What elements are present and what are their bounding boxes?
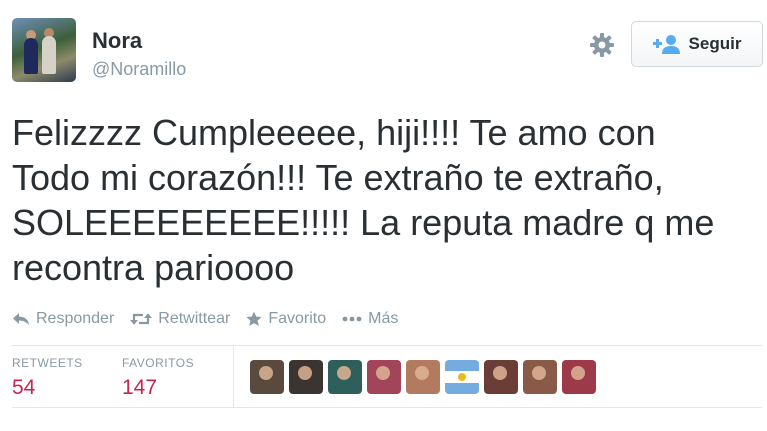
more-label: Más <box>368 310 399 327</box>
tweet-text: Felizzzz Cumpleeeee, hiji!!!! Te amo con… <box>12 112 715 288</box>
argentina-flag-avatar[interactable] <box>445 360 479 394</box>
divider <box>12 345 762 346</box>
favoriters-avatars <box>250 360 596 394</box>
follow-button[interactable]: Seguir <box>631 21 763 67</box>
profile-avatar[interactable] <box>12 18 76 82</box>
favorite-label: Favorito <box>268 310 327 327</box>
favoriter-avatar[interactable] <box>250 360 284 394</box>
more-button[interactable]: Más <box>342 310 398 328</box>
retweet-button[interactable]: Retwittear <box>130 310 230 328</box>
reply-button[interactable]: Responder <box>12 310 114 328</box>
retweets-label: RETWEETS <box>12 356 83 370</box>
stats-separator <box>233 345 234 407</box>
tweet-card: Nora @Noramillo Seguir Felizzzz Cumpleee… <box>0 0 767 431</box>
favoriter-avatar[interactable] <box>562 360 596 394</box>
star-icon <box>246 311 262 327</box>
favorites-count: 147 <box>122 376 158 399</box>
favoriter-avatar[interactable] <box>484 360 518 394</box>
sun-icon <box>458 373 466 381</box>
favoriter-avatar[interactable] <box>367 360 401 394</box>
reply-label: Responder <box>36 310 115 327</box>
more-dots-icon <box>342 316 362 322</box>
favorites-label: FAVORITOS <box>122 356 195 370</box>
reply-icon <box>12 312 30 326</box>
favorites-stat[interactable]: FAVORITOS 147 <box>122 356 194 400</box>
favoriter-avatar[interactable] <box>328 360 362 394</box>
user-name[interactable]: Nora <box>92 28 142 54</box>
retweets-stat[interactable]: RETWEETS 54 <box>12 356 83 400</box>
user-handle[interactable]: @Noramillo <box>92 59 186 80</box>
favoriter-avatar[interactable] <box>289 360 323 394</box>
follow-label: Seguir <box>688 34 742 53</box>
favorite-button[interactable]: Favorito <box>246 310 326 328</box>
gear-icon[interactable] <box>588 31 616 59</box>
favoriter-avatar[interactable] <box>406 360 440 394</box>
retweets-count: 54 <box>12 376 36 399</box>
retweet-icon <box>130 312 153 326</box>
retweet-label: Retwittear <box>158 310 231 327</box>
favoriter-avatar[interactable] <box>523 360 557 394</box>
divider <box>12 407 762 408</box>
add-user-icon <box>652 34 681 54</box>
tweet-actions: Responder Retwittear Favorito Más <box>12 307 414 331</box>
